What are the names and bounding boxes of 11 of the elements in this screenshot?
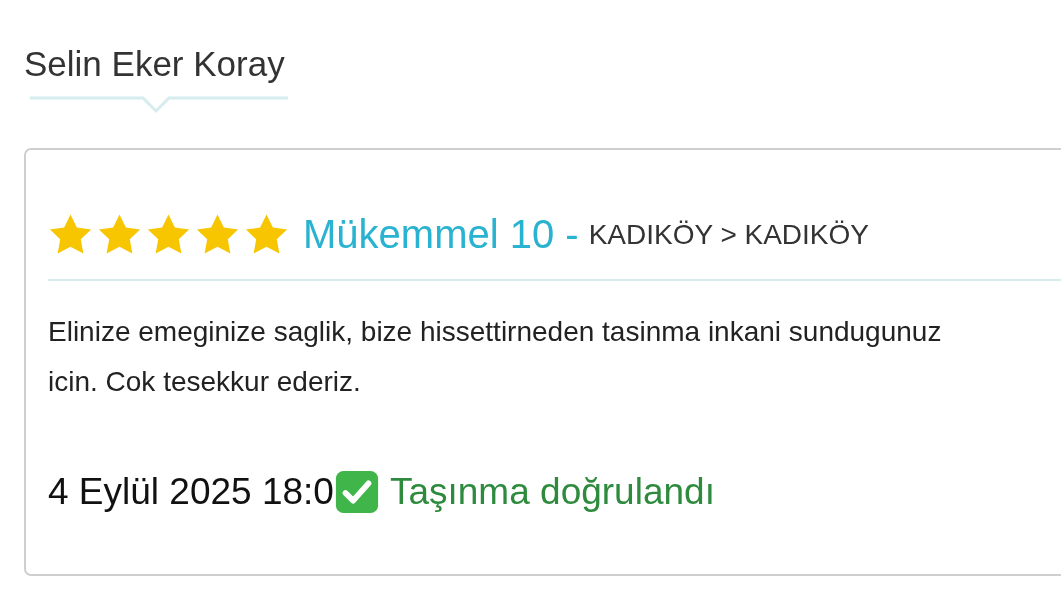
star-icon [97,213,142,256]
star-icon [146,213,191,256]
review-date: 4 Eylül 2025 18:0 [48,471,334,513]
rating-label: Mükemmel 10 - [303,212,579,257]
star-icon [244,213,289,256]
reviewer-name: Selin Eker Koray [24,44,285,84]
review-text: Elinize emeginize saglik, bize hissettirneden tasinma inkani sundugunuz icin. Cok tesekkur ederiz. [48,315,943,399]
verified-label: Taşınma doğrulandı [389,471,715,513]
star-icon [195,213,240,256]
star-icon [48,213,93,256]
route-label: KADIKÖY > KADIKÖY [588,218,869,251]
